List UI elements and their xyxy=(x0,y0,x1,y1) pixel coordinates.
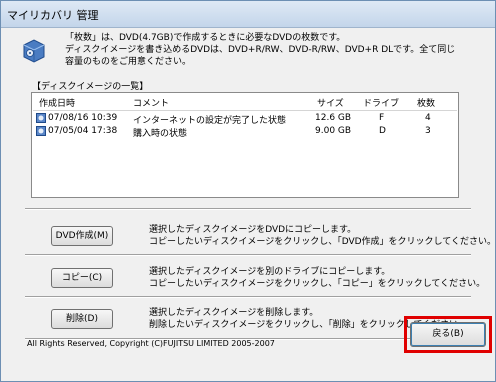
list-header: 作成日時 コメント サイズ ドライブ 枚数 xyxy=(33,94,457,111)
description-line: 「枚数」は、DVD(4.7GB)で作成するときに必要なDVDの枚数です。 xyxy=(65,33,346,43)
row-count: 3 xyxy=(425,126,431,136)
disc-image-icon xyxy=(36,126,46,136)
row-count: 4 xyxy=(425,113,431,123)
copy-button[interactable]: コピー(C) xyxy=(51,268,113,288)
image-list-label: 【ディスクイメージの一覧】 xyxy=(32,82,149,92)
row-drive: F xyxy=(379,113,385,123)
dvd-create-desc-line: 選択したディスクイメージをDVDにコピーします。 xyxy=(149,225,357,235)
window-title: マイリカバリ 管理 xyxy=(7,9,99,22)
divider xyxy=(25,296,471,298)
delete-button[interactable]: 削除(D) xyxy=(51,309,113,329)
copy-description: 選択したディスクイメージを別のドライブにコピーします。 コピーしたいディスクイメ… xyxy=(149,266,489,290)
column-header-drive[interactable]: ドライブ xyxy=(363,96,399,109)
row-size: 12.6 GB xyxy=(315,113,352,123)
dvd-create-description: 選択したディスクイメージをDVDにコピーします。 コピーしたいディスクイメージを… xyxy=(149,224,496,248)
description-text: 「枚数」は、DVD(4.7GB)で作成するときに必要なDVDの枚数です。 ディス… xyxy=(65,32,485,68)
column-header-size[interactable]: サイズ xyxy=(317,96,344,109)
row-date: 07/08/16 10:39 xyxy=(48,113,118,123)
description-line: ディスクイメージを書き込めるDVDは、DVD+R/RW、DVD-R/RW、DVD… xyxy=(65,45,456,55)
my-recovery-window: マイリカバリ 管理 「枚数」は、DVD(4.7GB)で作成するときに必要なDVD… xyxy=(0,0,496,382)
list-item[interactable]: 07/05/04 17:38 購入時の状態 9.00 GB D 3 xyxy=(33,125,457,139)
divider xyxy=(25,254,471,256)
disk-image-list[interactable]: 作成日時 コメント サイズ ドライブ 枚数 07/08/16 10:39 インタ… xyxy=(31,92,459,198)
column-header-date[interactable]: 作成日時 xyxy=(39,96,75,109)
row-drive: D xyxy=(379,126,386,136)
copyright-text: All Rights Reserved, Copyright (C)FUJITS… xyxy=(27,339,275,348)
column-header-count[interactable]: 枚数 xyxy=(417,96,435,109)
dvd-create-desc-line: コピーしたいディスクイメージをクリックし、「DVD作成」をクリックしてください。 xyxy=(149,237,496,247)
description-line: 容量のものをご用意ください。 xyxy=(65,57,192,67)
row-comment: 購入時の状態 xyxy=(133,129,188,139)
copy-desc-line: コピーしたいディスクイメージをクリックし、「コピー」をクリックしてください。 xyxy=(149,279,486,289)
recovery-disc-icon xyxy=(23,39,45,63)
divider xyxy=(25,208,471,210)
back-button[interactable]: 戻る(B) xyxy=(410,322,486,347)
column-header-comment[interactable]: コメント xyxy=(133,96,169,109)
copy-desc-line: 選択したディスクイメージを別のドライブにコピーします。 xyxy=(149,267,391,277)
row-size: 9.00 GB xyxy=(315,126,352,136)
row-date: 07/05/04 17:38 xyxy=(48,126,118,136)
dvd-create-button[interactable]: DVD作成(M) xyxy=(51,226,113,246)
list-item[interactable]: 07/08/16 10:39 インターネットの設定が完了した状態 12.6 GB… xyxy=(33,112,457,126)
disc-image-icon xyxy=(36,113,46,123)
title-bar[interactable]: マイリカバリ 管理 xyxy=(1,1,495,28)
